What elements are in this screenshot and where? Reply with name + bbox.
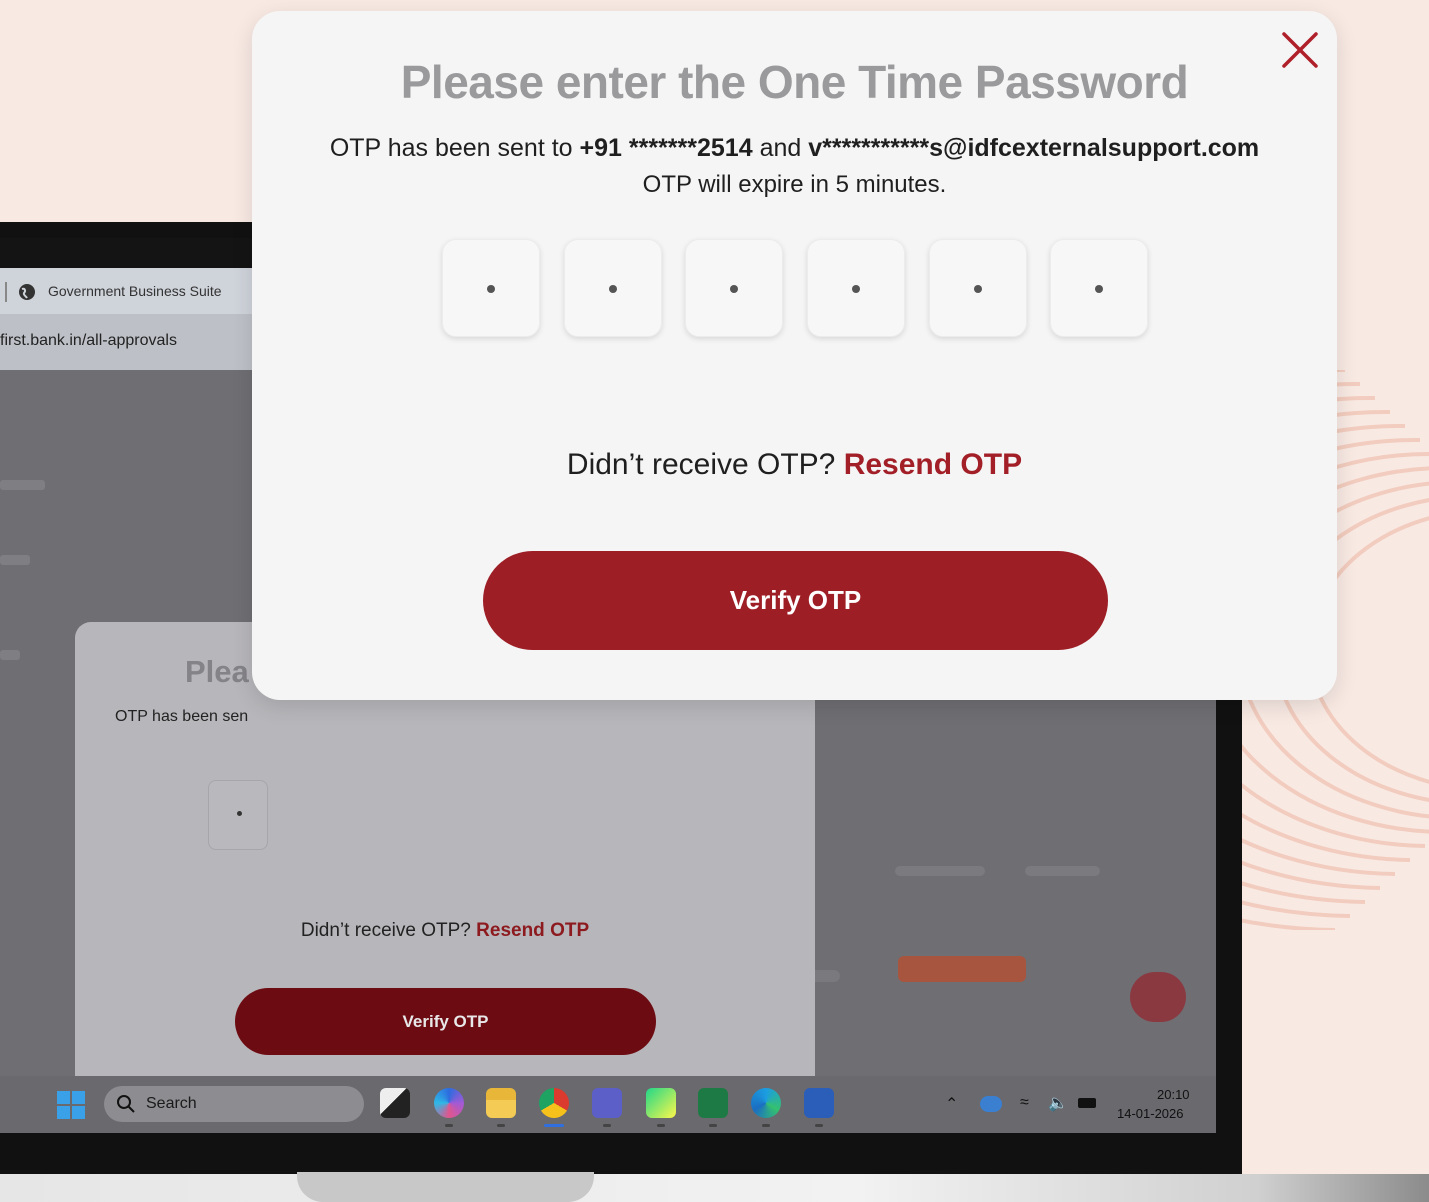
taskbar-search[interactable]: Search xyxy=(104,1086,364,1122)
edge-icon[interactable] xyxy=(751,1088,781,1118)
chrome-icon[interactable] xyxy=(539,1088,569,1118)
otp-sent-conjunction: and xyxy=(759,134,802,162)
clock-date[interactable]: 14-01-2026 xyxy=(1117,1106,1184,1121)
otp-modal: Please enter the One Time Password OTP h… xyxy=(252,11,1337,700)
teams-icon[interactable] xyxy=(592,1088,622,1118)
background-resend-line: Didn’t receive OTP? Resend OTP xyxy=(75,920,815,942)
tab-divider xyxy=(5,282,7,302)
running-indicator xyxy=(497,1124,505,1127)
running-indicator xyxy=(603,1124,611,1127)
volume-icon[interactable]: 🔈 xyxy=(1048,1093,1068,1113)
resend-prefix: Didn’t receive OTP? xyxy=(566,448,836,481)
desk-surface xyxy=(0,1174,1429,1202)
resend-otp-link[interactable]: Resend OTP xyxy=(844,448,1022,481)
clock-time[interactable]: 20:10 xyxy=(1157,1087,1190,1102)
masked-digit-dot xyxy=(609,285,617,293)
blurred-action xyxy=(1025,866,1100,876)
search-icon xyxy=(117,1095,135,1113)
url-text: first.bank.in/all-approvals xyxy=(0,332,177,349)
wifi-icon[interactable]: ≈ xyxy=(1020,1094,1029,1112)
verify-otp-button[interactable]: Verify OTP xyxy=(483,551,1108,650)
chevron-up-icon[interactable]: ⌃ xyxy=(945,1094,958,1114)
otp-sent-prefix: OTP has been sent to xyxy=(329,134,573,162)
running-indicator xyxy=(657,1124,665,1127)
copilot-icon[interactable] xyxy=(434,1088,464,1118)
otp-expiry-text: OTP will expire in 5 minutes. xyxy=(642,171,947,198)
background-modal-sent-text: OTP has been sen xyxy=(115,708,249,725)
monitor-stand xyxy=(297,1172,594,1202)
masked-digit-dot xyxy=(852,285,860,293)
modal-title: Please enter the One Time Password xyxy=(400,56,1189,108)
background-verify-button: Verify OTP xyxy=(235,988,656,1055)
pycharm-icon[interactable] xyxy=(646,1088,676,1118)
blurred-fab xyxy=(1130,972,1186,1022)
otp-digit-input-1[interactable] xyxy=(442,239,540,337)
browser-tab[interactable]: Government Business Suite xyxy=(0,268,262,314)
resend-otp-line: Didn’t receive OTP? Resend OTP xyxy=(252,448,1337,482)
task-view-icon[interactable] xyxy=(380,1088,410,1118)
running-indicator xyxy=(445,1124,453,1127)
browser-tab-title: Government Business Suite xyxy=(48,283,222,299)
sidebar-ghost xyxy=(0,480,45,490)
masked-digit-dot xyxy=(487,285,495,293)
onedrive-icon[interactable] xyxy=(980,1096,1002,1112)
masked-digit-dot xyxy=(730,285,738,293)
word-icon[interactable] xyxy=(804,1088,834,1118)
otp-digit-input-4[interactable] xyxy=(807,239,905,337)
running-indicator xyxy=(709,1124,717,1127)
background-modal-title: Plea xyxy=(185,654,249,689)
otp-sent-text: OTP has been sent to +91 *******2514 and… xyxy=(252,134,1337,163)
blurred-action xyxy=(895,866,985,876)
otp-digit-input-2[interactable] xyxy=(564,239,662,337)
running-indicator xyxy=(815,1124,823,1127)
active-indicator xyxy=(544,1124,564,1127)
globe-icon xyxy=(19,284,35,300)
blurred-status-badge xyxy=(898,956,1026,982)
background-resend-prefix: Didn’t receive OTP? xyxy=(300,920,471,941)
search-label: Search xyxy=(146,1095,197,1112)
address-bar[interactable]: first.bank.in/all-approvals xyxy=(0,314,262,370)
masked-digit-dot xyxy=(1095,285,1103,293)
battery-icon[interactable] xyxy=(1078,1098,1096,1108)
sidebar-ghost xyxy=(0,555,30,565)
taskbar: Search ⌃ ≈ 🔈 20:10 14-01-2026 xyxy=(0,1076,1216,1133)
sidebar-ghost xyxy=(0,650,20,660)
masked-email: v***********s@idfcexternalsupport.com xyxy=(808,134,1260,162)
file-explorer-icon[interactable] xyxy=(486,1088,516,1118)
masked-digit-dot xyxy=(974,285,982,293)
background-otp-box xyxy=(208,780,268,850)
excel-icon[interactable] xyxy=(698,1088,728,1118)
background-resend-link: Resend OTP xyxy=(476,920,590,941)
otp-digit-input-6[interactable] xyxy=(1050,239,1148,337)
masked-phone: +91 *******2514 xyxy=(579,134,753,162)
windows-start-icon[interactable] xyxy=(57,1091,85,1119)
running-indicator xyxy=(762,1124,770,1127)
otp-digit-input-5[interactable] xyxy=(929,239,1027,337)
otp-digit-input-3[interactable] xyxy=(685,239,783,337)
